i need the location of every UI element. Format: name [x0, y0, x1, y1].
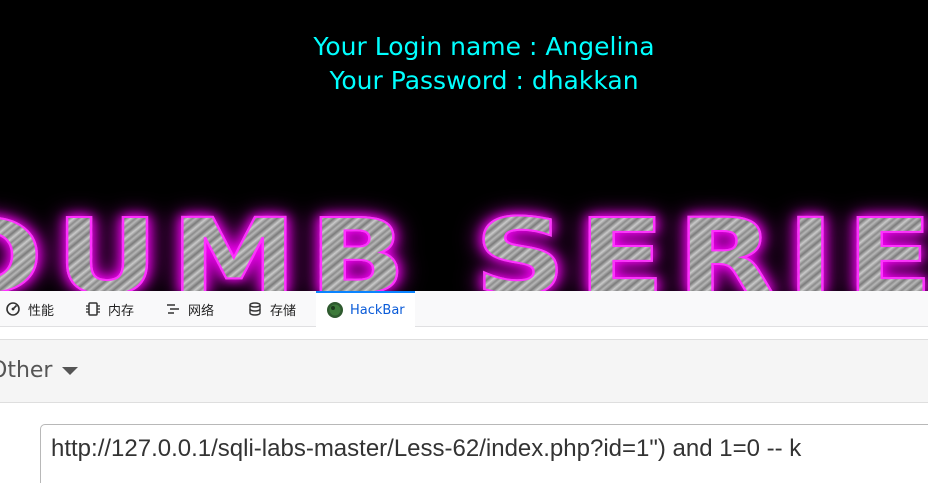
dumb-series-banner: DUMB SERIES: [0, 204, 928, 291]
login-info: Your Login name : Angelina Your Password…: [0, 30, 928, 98]
dropdown-label: Other: [0, 357, 53, 383]
caret-down-icon: [62, 367, 79, 375]
tab-label: 网络: [188, 303, 215, 319]
tab-hackbar[interactable]: HackBar: [316, 291, 415, 327]
tab-label: 内存: [108, 303, 135, 319]
url-input[interactable]: [40, 424, 928, 483]
devtools-tabbar: 性能 内存 网络 存储 HackBar: [0, 291, 928, 327]
login-name-text: Your Login name : Angelina: [313, 32, 655, 61]
tab-network[interactable]: 网络: [164, 291, 214, 327]
other-dropdown[interactable]: Other: [0, 354, 79, 386]
page-viewport: Your Login name : Angelina Your Password…: [0, 0, 928, 291]
tab-storage[interactable]: 存储: [246, 291, 296, 327]
tab-label: 存储: [270, 303, 297, 319]
tab-memory[interactable]: 内存: [84, 291, 134, 327]
network-lines-icon: [164, 300, 182, 318]
tab-performance[interactable]: 性能: [4, 291, 54, 327]
devtools-panel: 性能 内存 网络 存储 HackBar ther http://127.0.0.…: [0, 291, 928, 483]
performance-gauge-icon: [4, 300, 22, 318]
tab-label: HackBar: [350, 302, 405, 318]
password-text: Your Password : dhakkan: [329, 66, 639, 95]
storage-database-icon: [246, 300, 264, 318]
memory-chip-icon: [84, 300, 102, 318]
tab-label: 性能: [28, 303, 55, 319]
hackbar-toolbar: Other: [0, 339, 928, 403]
hackbar-logo-icon: [326, 301, 344, 319]
